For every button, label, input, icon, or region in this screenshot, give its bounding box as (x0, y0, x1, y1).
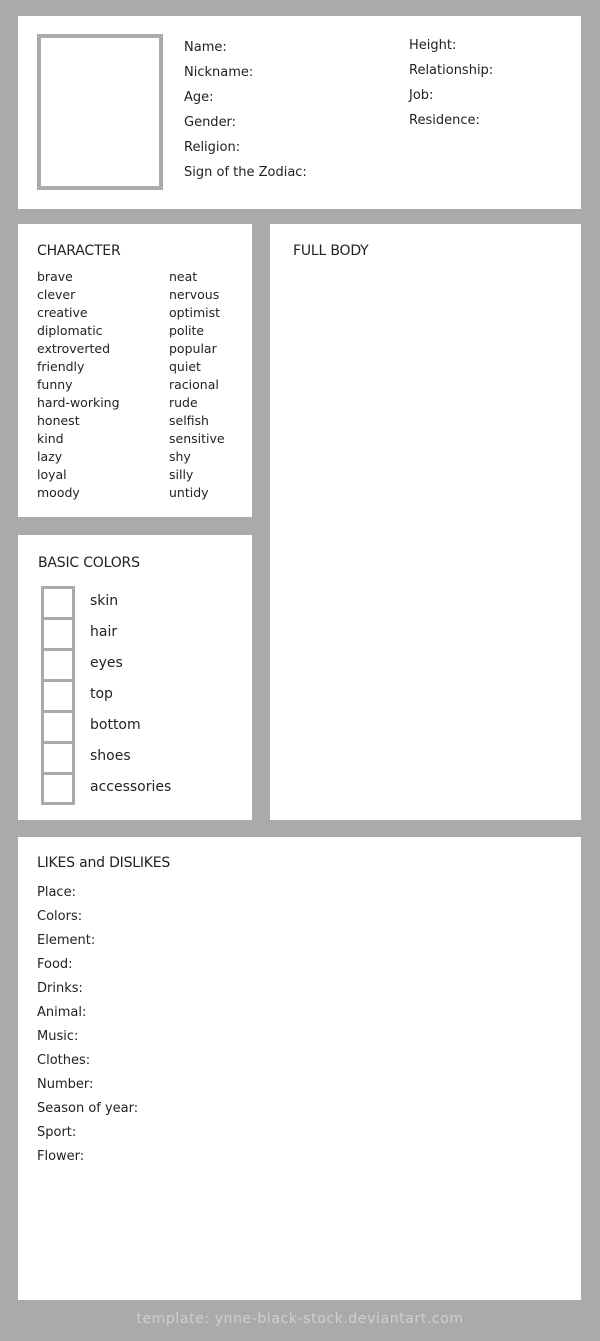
trait-item: silly (169, 467, 194, 482)
profile-field-label: Gender: (184, 115, 237, 130)
likes-field-label: Number: (37, 1077, 94, 1092)
trait-item: honest (37, 413, 80, 428)
likes-field-label: Animal: (37, 1005, 87, 1020)
color-swatch[interactable] (44, 682, 72, 710)
color-swatches (41, 586, 75, 805)
full-body-title: FULL BODY (293, 243, 369, 259)
trait-item: untidy (169, 485, 209, 500)
trait-item: loyal (37, 467, 67, 482)
profile-field-label: Age: (184, 90, 214, 105)
likes-title: LIKES and DISLIKES (37, 855, 171, 871)
basic-colors-title: BASIC COLORS (38, 555, 140, 571)
profile-fields-right: Height: Relationship: Job: Residence: (409, 33, 493, 133)
likes-field-label: Drinks: (37, 981, 83, 996)
trait-item: shy (169, 449, 191, 464)
color-label: hair (90, 624, 118, 640)
trait-item: funny (37, 377, 73, 392)
trait-item: sensitive (169, 431, 225, 446)
likes-field-label: Music: (37, 1029, 79, 1044)
color-swatch[interactable] (44, 651, 72, 679)
portrait-frame[interactable] (37, 34, 163, 190)
traits-column-left: brave clever creative diplomatic extroverted… (37, 268, 120, 502)
trait-item: kind (37, 431, 64, 446)
profile-field-label: Height: (409, 38, 457, 53)
color-label: bottom (90, 717, 141, 733)
profile-field-label: Religion: (184, 140, 241, 155)
likes-field-label: Food: (37, 957, 73, 972)
likes-field-label: Clothes: (37, 1053, 91, 1068)
trait-item: diplomatic (37, 323, 103, 338)
color-label: accessories (90, 779, 172, 795)
color-swatch[interactable] (44, 775, 72, 802)
likes-field-label: Element: (37, 933, 96, 948)
likes-dislikes-panel: LIKES and DISLIKES Place: Colors: Element:… (18, 837, 581, 1300)
color-label: top (90, 686, 113, 702)
trait-item: popular (169, 341, 217, 356)
color-label: eyes (90, 655, 123, 671)
trait-item: neat (169, 269, 198, 284)
color-swatch[interactable] (44, 713, 72, 741)
trait-item: extroverted (37, 341, 111, 356)
trait-item: creative (37, 305, 88, 320)
color-labels: skin hair eyes top bottom shoes accessories (90, 586, 171, 803)
likes-field-label: Season of year: (37, 1101, 139, 1116)
trait-item: lazy (37, 449, 63, 464)
trait-item: optimist (169, 305, 221, 320)
likes-field-label: Flower: (37, 1149, 85, 1164)
trait-item: rude (169, 395, 198, 410)
profile-field-label: Name: (184, 40, 227, 55)
color-swatch[interactable] (44, 744, 72, 772)
likes-fields: Place: Colors: Element: Food: Drinks: Animal:… (37, 881, 138, 1169)
trait-item: polite (169, 323, 205, 338)
profile-field-label: Residence: (409, 113, 480, 128)
trait-item: brave (37, 269, 73, 284)
profile-field-label: Sign of the Zodiac: (184, 165, 307, 180)
trait-item: quiet (169, 359, 201, 374)
color-label: skin (90, 593, 119, 609)
trait-item: clever (37, 287, 76, 302)
color-swatch[interactable] (44, 589, 72, 617)
traits-column-right: neat nervous optimist polite popular quiet rac… (169, 268, 225, 502)
trait-item: selfish (169, 413, 209, 428)
character-panel: CHARACTER brave clever creative diplomatic e… (18, 224, 252, 517)
full-body-panel[interactable]: FULL BODY (270, 224, 581, 820)
trait-item: hard-working (37, 395, 120, 410)
likes-field-label: Place: (37, 885, 76, 900)
likes-field-label: Sport: (37, 1125, 77, 1140)
trait-item: racional (169, 377, 219, 392)
likes-field-label: Colors: (37, 909, 83, 924)
color-label: shoes (90, 748, 131, 764)
profile-field-label: Relationship: (409, 63, 494, 78)
color-swatch[interactable] (44, 620, 72, 648)
trait-item: moody (37, 485, 80, 500)
profile-panel: Name: Nickname: Age: Gender: Religion: Sign o… (18, 16, 581, 209)
profile-fields-left: Name: Nickname: Age: Gender: Religion: Sign o… (184, 35, 307, 185)
trait-item: nervous (169, 287, 220, 302)
basic-colors-panel: BASIC COLORS skin hair eyes top bottom shoes a… (18, 535, 252, 820)
profile-field-label: Nickname: (184, 65, 254, 80)
character-title: CHARACTER (37, 243, 121, 259)
footer-credit: template: ynne-black-stock.deviantart.co… (136, 1311, 464, 1327)
profile-field-label: Job: (409, 88, 434, 103)
trait-item: friendly (37, 359, 85, 374)
